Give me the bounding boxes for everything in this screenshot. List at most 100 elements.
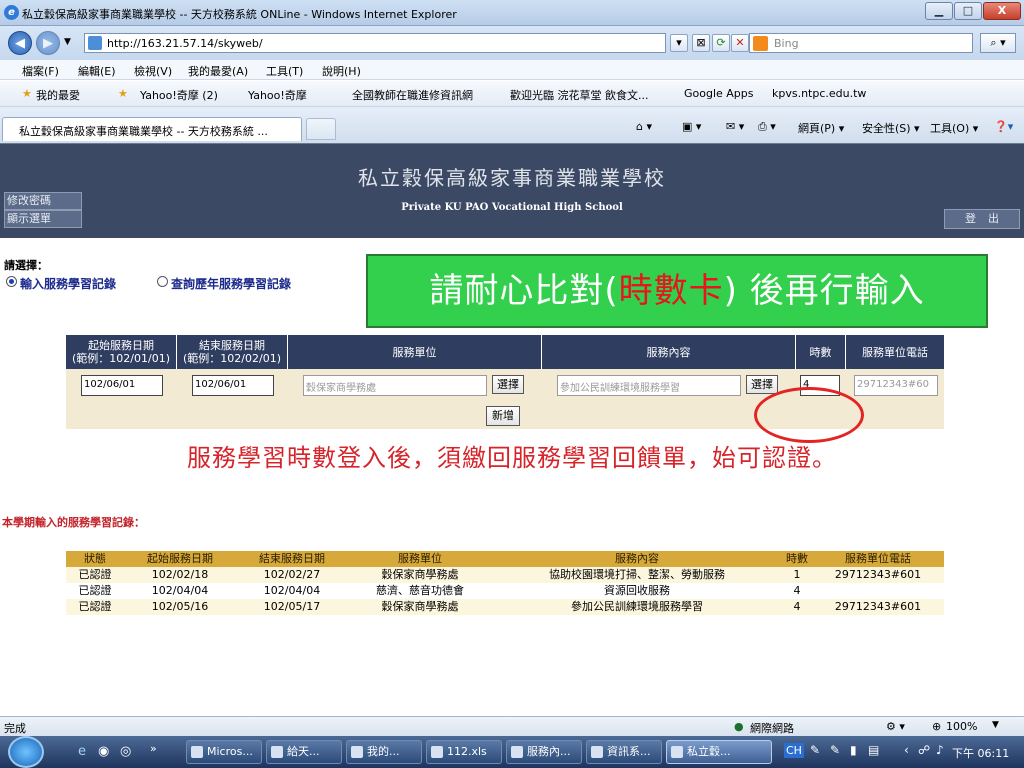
menu-edit[interactable]: 編輯(E) (78, 63, 116, 79)
history-dropdown-icon[interactable]: ▼ (64, 37, 71, 47)
end-date-input[interactable]: 102/06/01 (192, 375, 274, 396)
notice-text-after: ) 後再行輸入 (723, 271, 925, 311)
minimize-button[interactable]: ▁ (925, 2, 953, 20)
globe-icon: ● (734, 720, 744, 733)
header-content: 服務內容 (542, 335, 796, 369)
table-row: 已認證 102/04/04 102/04/04 慈濟、慈音功德會 資源回收服務 … (66, 583, 944, 599)
protected-mode-icon[interactable]: ⚙ ▾ (886, 720, 905, 733)
quicklaunch-icon[interactable]: ◉ (98, 744, 109, 759)
page-icon (88, 36, 102, 50)
rec-header-content: 服務內容 (492, 551, 782, 567)
rec-status: 已認證 (78, 600, 112, 613)
header-unit: 服務單位 (288, 335, 542, 369)
favorite-link-6[interactable]: kpvs.ntpc.edu.tw (772, 87, 866, 100)
quicklaunch-more-icon[interactable]: » (150, 742, 157, 755)
close-button[interactable]: X (983, 2, 1021, 20)
quicklaunch-icon-2[interactable]: ◎ (120, 744, 131, 759)
menu-help[interactable]: 說明(H) (322, 63, 361, 79)
phone-input[interactable]: 29712343#60 (854, 375, 938, 396)
menu-tools[interactable]: 工具(T) (266, 63, 303, 79)
page-content: 私立穀保高級家事商業職業學校 Private KU PAO Vocational… (0, 143, 1024, 716)
tray-icon-2[interactable]: ▤ (868, 743, 879, 757)
maximize-button[interactable]: □ (954, 2, 982, 20)
rec-phone: 29712343#601 (834, 600, 922, 613)
back-button[interactable]: ◀ (8, 31, 32, 55)
taskbar-item-1[interactable]: Micros... (186, 740, 262, 764)
taskbar-item-4[interactable]: 112.xls (426, 740, 502, 764)
rec-end: 102/02/27 (263, 568, 321, 581)
taskbar-item-6[interactable]: 資訊系... (586, 740, 662, 764)
logout-button[interactable]: 登出 (944, 209, 1020, 229)
rec-hours: 4 (793, 584, 801, 597)
rec-content: 資源回收服務 (604, 584, 670, 597)
network-icon[interactable]: ☍ (918, 743, 930, 757)
option-query-history[interactable]: 查詢歷年服務學習記錄 (171, 275, 291, 292)
zoom-dropdown-icon[interactable]: ▼ (992, 720, 999, 730)
volume-icon[interactable]: ♪ (936, 743, 944, 757)
mail-icon[interactable]: ✉ ▾ (726, 120, 744, 133)
zone-text: 網際網路 (750, 722, 794, 735)
favorite-link-3[interactable]: 全國教師在職進修資訊網 (352, 87, 473, 103)
menu-file[interactable]: 檔案(F) (22, 63, 59, 79)
radio-input-record[interactable] (6, 276, 17, 287)
favorite-link-1[interactable]: Yahoo!奇摩 (2) (140, 87, 218, 103)
favorite-link-4[interactable]: 歡迎光臨 浣花草堂 飲食文... (510, 87, 648, 103)
tab-active[interactable]: 私立穀保高級家事商業職業學校 -- 天方校務系統 ... (2, 117, 302, 141)
menu-bar: 檔案(F) 編輯(E) 檢視(V) 我的最愛(A) 工具(T) 說明(H) (0, 60, 1024, 80)
warning-text: 服務學習時數登入後，須繳回服務學習回饋單，始可認證。 (187, 444, 837, 472)
records-title: 本學期輸入的服務學習記錄： (2, 516, 145, 529)
select-content-button[interactable]: 選擇 (746, 375, 778, 394)
compatibility-icon[interactable]: ⊠ (692, 34, 710, 52)
taskbar-item-7[interactable]: 私立穀... (666, 740, 772, 764)
zoom-level[interactable]: 100% (946, 720, 977, 733)
start-button[interactable] (8, 736, 44, 768)
print-icon[interactable]: ⎙ ▾ (758, 120, 776, 134)
address-dropdown-icon[interactable]: ▾ (670, 34, 688, 52)
school-title-cn: 私立穀保高級家事商業職業學校 (358, 166, 666, 190)
start-date-input[interactable]: 102/06/01 (81, 375, 163, 396)
rec-phone: 29712343#601 (834, 568, 922, 581)
option-input-record[interactable]: 輸入服務學習記錄 (20, 275, 116, 292)
change-password-button[interactable]: 修改密碼 (4, 192, 82, 210)
favorites-button[interactable]: 我的最愛 (36, 87, 80, 103)
search-icon[interactable]: ⌕ ▾ (980, 33, 1016, 53)
ime-icon-2[interactable]: ✎ (830, 743, 840, 757)
menu-view[interactable]: 檢視(V) (134, 63, 172, 79)
help-icon[interactable]: ❓▾ (994, 120, 1013, 133)
content-input[interactable]: 參加公民訓練環境服務學習 (557, 375, 741, 396)
safety-menu[interactable]: 安全性(S) ▾ (862, 120, 920, 136)
taskbar-item-3[interactable]: 我的... (346, 740, 422, 764)
stop-icon[interactable]: ✕ (731, 34, 749, 52)
favorite-link-5[interactable]: Google Apps (684, 87, 754, 100)
favorites-bar: ★ 我的最愛 ★ Yahoo!奇摩 (2) Yahoo!奇摩 全國教師在職進修資… (0, 81, 1024, 107)
feeds-icon[interactable]: ▣ ▾ (682, 120, 701, 133)
page-menu[interactable]: 網頁(P) ▾ (798, 120, 844, 136)
taskbar-item-2[interactable]: 給天... (266, 740, 342, 764)
quicklaunch-ie-icon[interactable]: e (78, 744, 86, 759)
unit-input[interactable]: 穀保家商學務處 (303, 375, 487, 396)
rec-start: 102/05/16 (151, 600, 209, 613)
select-unit-button[interactable]: 選擇 (492, 375, 524, 394)
ime-indicator[interactable]: CH (784, 743, 804, 758)
rec-status: 已認證 (78, 584, 112, 597)
favorite-link-2[interactable]: Yahoo!奇摩 (248, 87, 307, 103)
clock[interactable]: 下午 06:11 (952, 745, 1009, 761)
ime-icon[interactable]: ✎ (810, 743, 820, 757)
refresh-icon[interactable]: ⟳ (712, 34, 730, 52)
tools-menu[interactable]: 工具(O) ▾ (930, 120, 978, 136)
add-favorite-icon[interactable]: ★ (118, 87, 128, 100)
add-button[interactable]: 新增 (486, 406, 520, 426)
zoom-icon[interactable]: ⊕ (932, 720, 941, 733)
home-icon[interactable]: ⌂ ▾ (636, 120, 652, 133)
new-tab-button[interactable] (306, 118, 336, 140)
taskbar-item-5[interactable]: 服務內... (506, 740, 582, 764)
address-input[interactable]: http://163.21.57.14/skyweb/ (84, 33, 666, 53)
menu-favorites[interactable]: 我的最愛(A) (188, 63, 248, 79)
radio-query-history[interactable] (157, 276, 168, 287)
search-input[interactable]: Bing (749, 33, 973, 53)
header-hours: 時數 (796, 335, 846, 369)
show-menu-button[interactable]: 顯示選單 (4, 210, 82, 228)
forward-button[interactable]: ▶ (36, 31, 60, 55)
tray-expand-icon[interactable]: ‹ (904, 743, 909, 757)
tray-icon[interactable]: ▮ (850, 743, 857, 757)
